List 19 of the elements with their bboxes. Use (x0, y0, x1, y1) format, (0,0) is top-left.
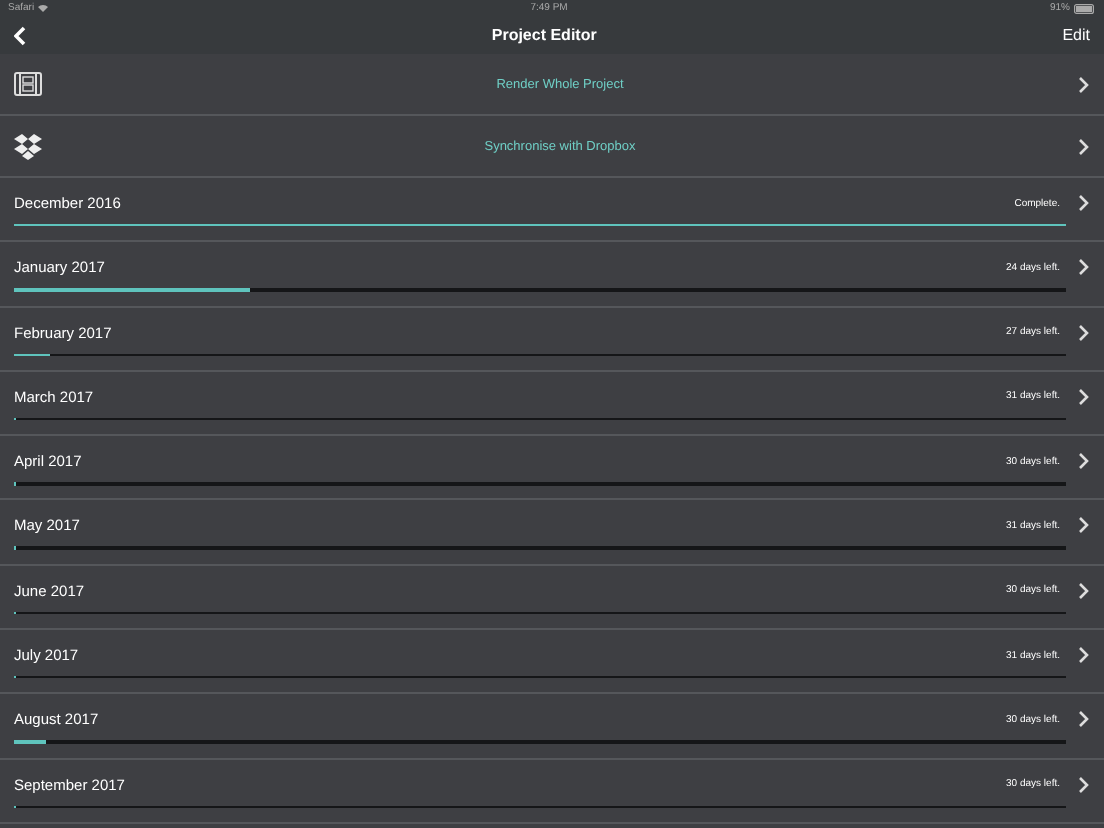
chevron-right-icon (1078, 387, 1090, 406)
film-strip-icon (14, 72, 42, 96)
chevron-right-icon (1078, 75, 1090, 93)
chevron-right-icon (1078, 646, 1090, 665)
dropbox-icon (14, 132, 42, 160)
edit-button[interactable]: Edit (1062, 26, 1090, 44)
chevron-right-icon (1078, 516, 1090, 535)
chevron-right-icon (1078, 258, 1090, 277)
chevron-right-icon (1078, 137, 1090, 155)
chevron-right-icon (1078, 581, 1090, 600)
chevron-right-icon (1078, 775, 1090, 794)
chevron-right-icon (1078, 710, 1090, 729)
chevron-right-icon (1078, 323, 1090, 342)
battery-icon (1073, 3, 1096, 13)
back-icon[interactable] (14, 25, 26, 45)
chevron-right-icon (1078, 452, 1090, 471)
wifi-icon (38, 4, 49, 12)
chevron-right-icon (1078, 194, 1090, 212)
nav-title: Project Editor (491, 26, 597, 44)
